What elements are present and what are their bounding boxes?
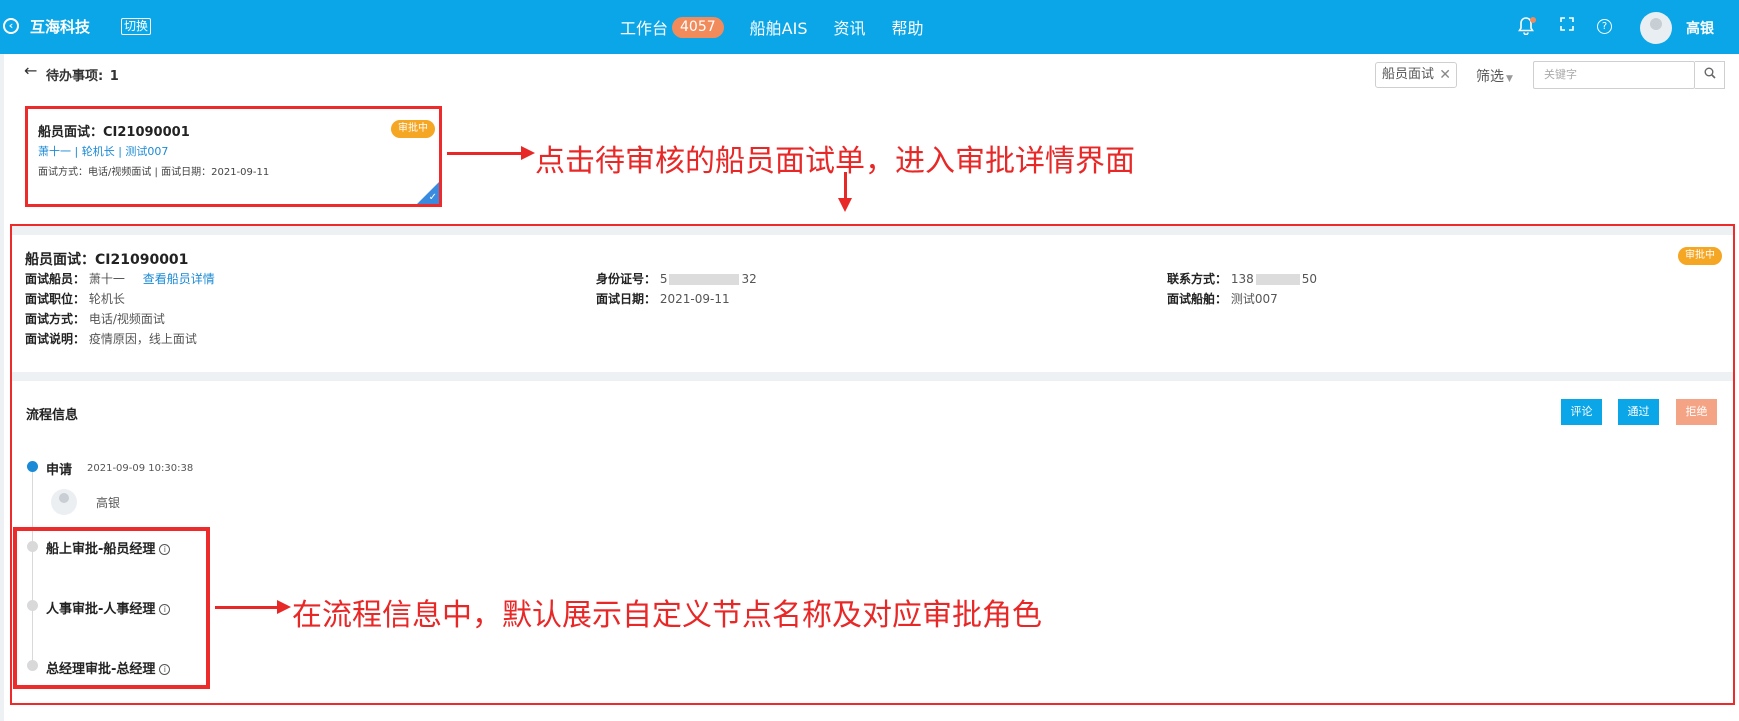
card-meta: 面试方式：电话/视频面试 | 面试日期：2021-09-11 xyxy=(38,167,270,178)
back-arrow-icon[interactable]: ← xyxy=(24,61,37,80)
detail-status-badge: 审批中 xyxy=(1678,247,1722,265)
flow-title: 流程信息 xyxy=(26,408,79,423)
field-value: 疫情原因，线上面试 xyxy=(88,332,197,346)
field-ship: 面试船舶： 测试007 xyxy=(1167,290,1278,307)
field-method: 面试方式： 电话/视频面试 xyxy=(25,310,165,327)
left-edge xyxy=(0,54,4,721)
field-label: 身份证号： xyxy=(596,272,657,286)
view-crew-link[interactable]: 查看船员详情 xyxy=(143,272,215,286)
todo-label: 待办事项: xyxy=(46,69,104,84)
field-position: 面试职位： 轮机长 xyxy=(25,290,125,307)
status-badge: 审批中 xyxy=(391,120,435,138)
applicant-name: 高银 xyxy=(96,496,121,510)
filter-button[interactable]: 筛选 ▼ xyxy=(1476,66,1513,86)
notification-dot xyxy=(1530,17,1536,23)
nav-item-label: 工作台 xyxy=(620,19,669,38)
nav-item-news[interactable]: 资讯 xyxy=(833,15,865,39)
card-date: 2021-09-11 xyxy=(211,167,270,178)
redaction-mask xyxy=(669,274,740,285)
comment-button[interactable]: 评论 xyxy=(1561,399,1602,425)
field-note: 面试说明： 疫情原因，线上面试 xyxy=(25,330,197,347)
switch-button[interactable]: 切换 xyxy=(121,18,152,35)
field-value: 萧十一 xyxy=(88,272,125,286)
todo-count: 1 xyxy=(109,69,119,84)
field-crew: 面试船员： 萧十一 查看船员详情 xyxy=(25,270,215,287)
contact-prefix: 138 xyxy=(1230,272,1254,286)
nav-item-workbench[interactable]: 工作台 4057 xyxy=(620,15,724,39)
field-value: 测试007 xyxy=(1230,292,1278,306)
user-avatar[interactable] xyxy=(1640,12,1672,44)
filter-tag-label: 船员面试 xyxy=(1382,67,1435,82)
user-name[interactable]: 高银 xyxy=(1686,18,1714,38)
filter-button-label: 筛选 xyxy=(1476,69,1504,85)
field-label: 面试船员： xyxy=(25,272,86,286)
id-prefix: 5 xyxy=(659,272,668,286)
field-id: 身份证号： 5 32 xyxy=(596,270,757,287)
annotation-arrow-right xyxy=(215,600,291,614)
main-nav: 工作台 4057 船舶AIS 资讯 帮助 xyxy=(620,15,950,39)
card-method: 电话/视频面试 xyxy=(88,167,152,178)
annotation-arrow-right xyxy=(447,146,535,160)
card-crew[interactable]: 萧十一 xyxy=(38,145,71,158)
contact-suffix: 50 xyxy=(1301,272,1318,286)
search-input[interactable]: 关键字 xyxy=(1533,61,1695,89)
close-icon[interactable]: ✕ xyxy=(1439,63,1451,87)
steps-highlight xyxy=(13,527,210,689)
field-label: 面试船舶： xyxy=(1167,292,1228,306)
field-value: 电话/视频面试 xyxy=(88,312,165,326)
id-suffix: 32 xyxy=(741,272,757,286)
card-ship[interactable]: 测试007 xyxy=(125,145,168,158)
nav-item-ship-ais[interactable]: 船舶AIS xyxy=(750,15,808,39)
redaction-mask xyxy=(1255,274,1300,285)
card-links: 萧十一 | 轮机长 | 测试007 xyxy=(38,145,169,158)
brand-name: 互海科技 xyxy=(30,18,91,36)
approve-button[interactable]: 通过 xyxy=(1618,399,1659,425)
detail-title: 船员面试：CI21090001 xyxy=(25,252,189,268)
applicant-avatar xyxy=(51,489,77,515)
todo-heading: 待办事项: 1 xyxy=(46,65,119,84)
card-method-label: 面试方式： xyxy=(38,167,88,178)
card-date-label: 面试日期： xyxy=(161,167,212,178)
interview-card[interactable]: 船员面试：CI21090001 审批中 萧十一 | 轮机长 | 测试007 面试… xyxy=(25,106,442,207)
workbench-count-badge: 4057 xyxy=(672,16,724,38)
timeline-dot-active xyxy=(27,461,38,472)
field-label: 联系方式： xyxy=(1167,272,1228,286)
top-bar: ‹ 互海科技 切换 工作台 4057 船舶AIS 资讯 帮助 ? 高银 xyxy=(0,0,1739,54)
field-label: 面试说明： xyxy=(25,332,86,346)
field-label: 面试方式： xyxy=(25,312,86,326)
step-time: 2021-09-09 10:30:38 xyxy=(87,463,194,474)
expand-icon[interactable] xyxy=(1558,17,1576,35)
search-icon[interactable] xyxy=(1695,61,1725,89)
field-label: 面试日期： xyxy=(596,292,657,306)
step-apply: 申请 xyxy=(46,463,73,478)
annotation-note-2: 在流程信息中，默认展示自定义节点名称及对应审批角色 xyxy=(292,598,1042,633)
caret-down-icon: ▼ xyxy=(1506,74,1513,84)
field-value: 2021-09-11 xyxy=(659,292,730,306)
reject-button[interactable]: 拒绝 xyxy=(1676,399,1717,425)
field-value: 轮机长 xyxy=(88,292,125,306)
annotation-note-1: 点击待审核的船员面试单，进入审批详情界面 xyxy=(535,144,1135,179)
field-contact: 联系方式： 138 50 xyxy=(1167,270,1317,287)
filter-tag[interactable]: 船员面试 ✕ xyxy=(1375,62,1457,88)
annotation-arrow-down xyxy=(838,172,852,212)
back-circle-icon[interactable]: ‹ xyxy=(3,18,19,34)
field-date: 面试日期： 2021-09-11 xyxy=(596,290,730,307)
nav-item-help[interactable]: 帮助 xyxy=(892,15,924,39)
card-title: 船员面试：CI21090001 xyxy=(38,125,190,140)
help-icon[interactable]: ? xyxy=(1597,19,1612,34)
check-icon: ✓ xyxy=(428,192,437,203)
card-position[interactable]: 轮机长 xyxy=(82,145,115,158)
field-label: 面试职位： xyxy=(25,292,86,306)
